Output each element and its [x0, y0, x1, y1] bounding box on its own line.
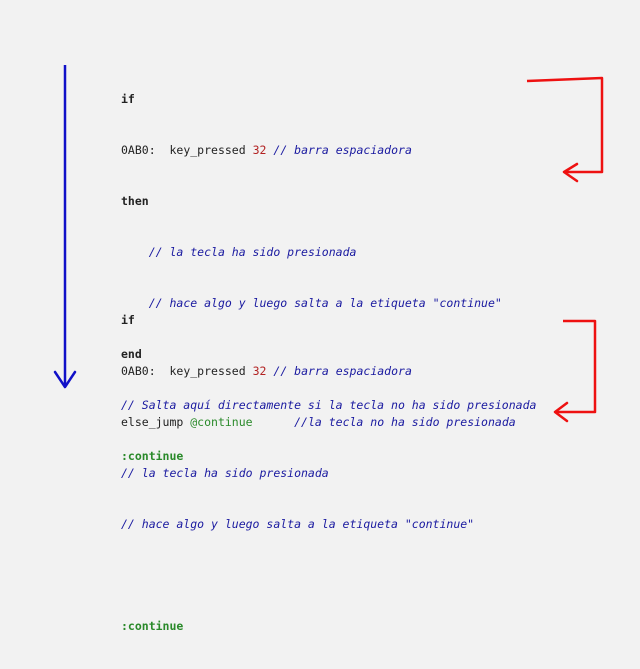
keyword-if: if	[121, 92, 135, 106]
comment: // hace algo y luego salta a la etiqueta…	[121, 517, 475, 531]
number: 32	[252, 364, 267, 378]
diagram-canvas: if 0AB0: key_pressed 32 // barra espacia…	[0, 0, 640, 633]
code-line: 0AB0: key_pressed 32 // barra espaciador…	[121, 363, 516, 380]
opcode: 0AB0:	[121, 364, 156, 378]
code-block-2: if 0AB0: key_pressed 32 // barra espacia…	[121, 278, 516, 669]
number: 32	[252, 143, 267, 157]
code-line: 0AB0: key_pressed 32 // barra espaciador…	[121, 142, 536, 159]
comment: // barra espaciadora	[273, 143, 412, 157]
keyword-then: then	[121, 194, 149, 208]
keyword-if: if	[121, 313, 135, 327]
code-line: else_jump @continue //la tecla no ha sid…	[121, 414, 516, 431]
code-line: // hace algo y luego salta a la etiqueta…	[121, 516, 516, 533]
code-line: then	[121, 193, 536, 210]
opcode: 0AB0:	[121, 143, 156, 157]
comment: // barra espaciadora	[273, 364, 412, 378]
code-line: if	[121, 91, 536, 108]
jump-arrow-icon	[526, 76, 604, 183]
jump-target: @continue	[190, 415, 253, 429]
comment: // la tecla ha sido presionada	[148, 245, 357, 259]
jump-arrow-icon	[553, 319, 597, 423]
command: key_pressed	[169, 143, 246, 157]
code-line: if	[121, 312, 516, 329]
comment: //la tecla no ha sido presionada	[294, 415, 516, 429]
label-continue: :continue	[121, 619, 184, 633]
code-line: // la tecla ha sido presionada	[121, 465, 516, 482]
comment: // la tecla ha sido presionada	[121, 466, 329, 480]
flow-down-arrow-icon	[53, 65, 77, 389]
code-line: :continue	[121, 618, 516, 635]
command-else-jump: else_jump	[121, 415, 184, 429]
code-line: // la tecla ha sido presionada	[121, 244, 536, 261]
command: key_pressed	[169, 364, 246, 378]
